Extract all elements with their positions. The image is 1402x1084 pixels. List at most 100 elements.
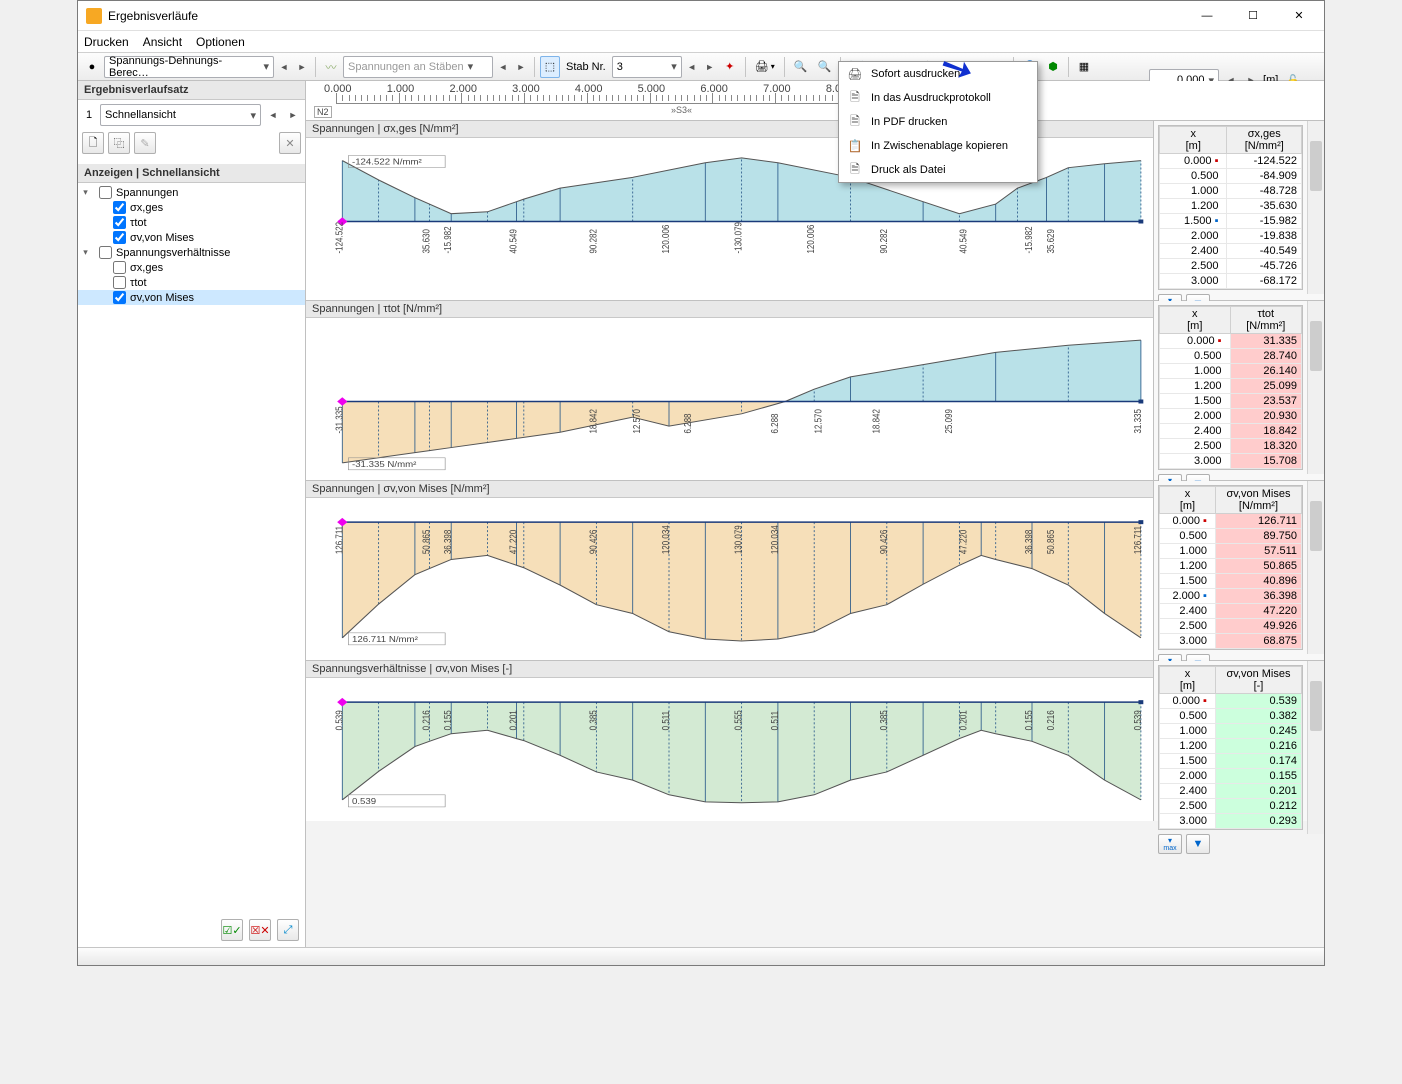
delete-set-icon[interactable]: ✕: [279, 132, 301, 154]
tree-item-4[interactable]: ▾Spannungsverhältnisse: [78, 245, 305, 260]
table-row[interactable]: 1.0000.245: [1160, 724, 1302, 739]
tree-checkbox[interactable]: [113, 231, 126, 244]
table-row[interactable]: 0.50028.740: [1160, 349, 1302, 364]
section-icon[interactable]: ⬢: [1043, 56, 1063, 78]
table-row[interactable]: 0.000 ▪31.335: [1160, 334, 1302, 349]
max-filter-icon[interactable]: ▾max: [1158, 834, 1182, 854]
layout-icon[interactable]: ▦: [1074, 56, 1094, 78]
table-scrollbar[interactable]: [1307, 121, 1324, 294]
table-row[interactable]: 1.50023.537: [1160, 394, 1302, 409]
table-row[interactable]: 1.00057.511: [1160, 544, 1302, 559]
tree-item-5[interactable]: σx,ges: [78, 260, 305, 275]
analysis-combo[interactable]: Spannungs-Dehnungs-Berec…▾: [104, 56, 274, 78]
print-menu-pdf[interactable]: 🗎In PDF drucken: [839, 110, 1037, 134]
twist-icon[interactable]: ▾: [80, 187, 91, 198]
table-row[interactable]: 1.500 ▪-15.982: [1160, 214, 1302, 229]
table-row[interactable]: 2.50018.320: [1160, 439, 1302, 454]
table-row[interactable]: 1.20025.099: [1160, 379, 1302, 394]
table-row[interactable]: 1.2000.216: [1160, 739, 1302, 754]
tree-checkbox[interactable]: [113, 216, 126, 229]
menu-optionen[interactable]: Optionen: [196, 35, 245, 49]
table-row[interactable]: 0.000 ▪126.711: [1160, 514, 1302, 529]
copy-set-icon[interactable]: ⿻: [108, 132, 130, 154]
table-row[interactable]: 0.000 ▪-124.522: [1160, 154, 1302, 169]
table-row[interactable]: 2.50049.926: [1160, 619, 1302, 634]
twist-icon[interactable]: ▾: [80, 247, 91, 258]
tree-item-1[interactable]: σx,ges: [78, 200, 305, 215]
table-scrollbar[interactable]: [1307, 661, 1324, 834]
tree-checkbox[interactable]: [113, 291, 126, 304]
tree-checkbox[interactable]: [113, 276, 126, 289]
table-row[interactable]: 3.00015.708: [1160, 454, 1302, 469]
stab-number-combo[interactable]: 3▾: [612, 56, 682, 78]
diagram-icon[interactable]: 〰: [321, 56, 341, 78]
prev-result[interactable]: ◄: [495, 56, 511, 78]
table-row[interactable]: 2.000 ▪36.398: [1160, 589, 1302, 604]
table-row[interactable]: 2.500-45.726: [1160, 259, 1302, 274]
zoom-out-icon[interactable]: 🔍: [813, 56, 835, 78]
prev-stab[interactable]: ◄: [684, 56, 700, 78]
uncheck-all-icon[interactable]: ☒✕: [249, 919, 271, 941]
sidebar: Ergebnisverlaufsatz 1 Schnellansicht▾ ◄ …: [78, 81, 306, 947]
next-analysis[interactable]: ►: [294, 56, 310, 78]
zoom-in-icon[interactable]: 🔍: [790, 56, 812, 78]
table-row[interactable]: 2.40047.220: [1160, 604, 1302, 619]
next-result[interactable]: ►: [513, 56, 529, 78]
set-prev[interactable]: ◄: [265, 104, 281, 126]
next-stab[interactable]: ►: [702, 56, 718, 78]
chart-row-2: Spannungen | σv,von Mises [N/mm²]126.711…: [306, 481, 1324, 661]
print-menu-file[interactable]: 🗎Druck als Datei: [839, 158, 1037, 182]
tree-item-3[interactable]: σv,von Mises: [78, 230, 305, 245]
set-name-combo[interactable]: Schnellansicht▾: [100, 104, 261, 126]
table-row[interactable]: 1.000-48.728: [1160, 184, 1302, 199]
result-type-combo[interactable]: Spannungen an Stäben▾: [343, 56, 493, 78]
table-scrollbar[interactable]: [1307, 481, 1324, 654]
table-row[interactable]: 3.000-68.172: [1160, 274, 1302, 289]
prev-analysis[interactable]: ◄: [276, 56, 292, 78]
tree-item-0[interactable]: ▾Spannungen: [78, 185, 305, 200]
table-row[interactable]: 1.20050.865: [1160, 559, 1302, 574]
tree-item-2[interactable]: τtot: [78, 215, 305, 230]
table-row[interactable]: 2.5000.212: [1160, 799, 1302, 814]
check-all-icon[interactable]: ☑✓: [221, 919, 243, 941]
table-row[interactable]: 3.00068.875: [1160, 634, 1302, 649]
print-dropdown[interactable]: 🖨▾: [751, 56, 779, 78]
table-row[interactable]: 0.50089.750: [1160, 529, 1302, 544]
expand-icon[interactable]: ⤢: [277, 919, 299, 941]
table-scrollbar[interactable]: [1307, 301, 1324, 474]
table-row[interactable]: 2.400-40.549: [1160, 244, 1302, 259]
menu-ansicht[interactable]: Ansicht: [143, 35, 182, 49]
tree-item-6[interactable]: τtot: [78, 275, 305, 290]
table-row[interactable]: 2.4000.201: [1160, 784, 1302, 799]
set-next[interactable]: ►: [285, 104, 301, 126]
table-row[interactable]: 1.50040.896: [1160, 574, 1302, 589]
table-row[interactable]: 0.5000.382: [1160, 709, 1302, 724]
table-row[interactable]: 1.00026.140: [1160, 364, 1302, 379]
select-member-icon[interactable]: ⬚: [540, 56, 560, 78]
target-icon[interactable]: ✦: [720, 56, 740, 78]
table-row[interactable]: 0.000 ▪0.539: [1160, 694, 1302, 709]
table-row[interactable]: 2.000-19.838: [1160, 229, 1302, 244]
tree-group-checkbox[interactable]: [99, 186, 112, 199]
tree-item-7[interactable]: σv,von Mises: [78, 290, 305, 305]
menu-drucken[interactable]: Drucken: [84, 35, 129, 49]
bullet-icon[interactable]: ●: [82, 56, 102, 78]
new-set-icon[interactable]: 🗋: [82, 132, 104, 154]
maximize-button[interactable]: ☐: [1230, 1, 1276, 31]
tree-checkbox[interactable]: [113, 201, 126, 214]
edit-set-icon[interactable]: ✎: [134, 132, 156, 154]
table-row[interactable]: 2.40018.842: [1160, 424, 1302, 439]
table-row[interactable]: 2.00020.930: [1160, 409, 1302, 424]
tree-checkbox[interactable]: [113, 261, 126, 274]
table-row[interactable]: 1.5000.174: [1160, 754, 1302, 769]
filter-icon[interactable]: ▼: [1186, 834, 1210, 854]
close-button[interactable]: ✕: [1276, 1, 1322, 31]
table-row[interactable]: 3.0000.293: [1160, 814, 1302, 829]
table-row[interactable]: 2.0000.155: [1160, 769, 1302, 784]
table-row[interactable]: 1.200-35.630: [1160, 199, 1302, 214]
print-menu-clipboard[interactable]: 📋In Zwischenablage kopieren: [839, 134, 1037, 158]
print-menu-protocol[interactable]: 🗎In das Ausdruckprotokoll: [839, 86, 1037, 110]
minimize-button[interactable]: —: [1184, 1, 1230, 31]
tree-group-checkbox[interactable]: [99, 246, 112, 259]
table-row[interactable]: 0.500-84.909: [1160, 169, 1302, 184]
